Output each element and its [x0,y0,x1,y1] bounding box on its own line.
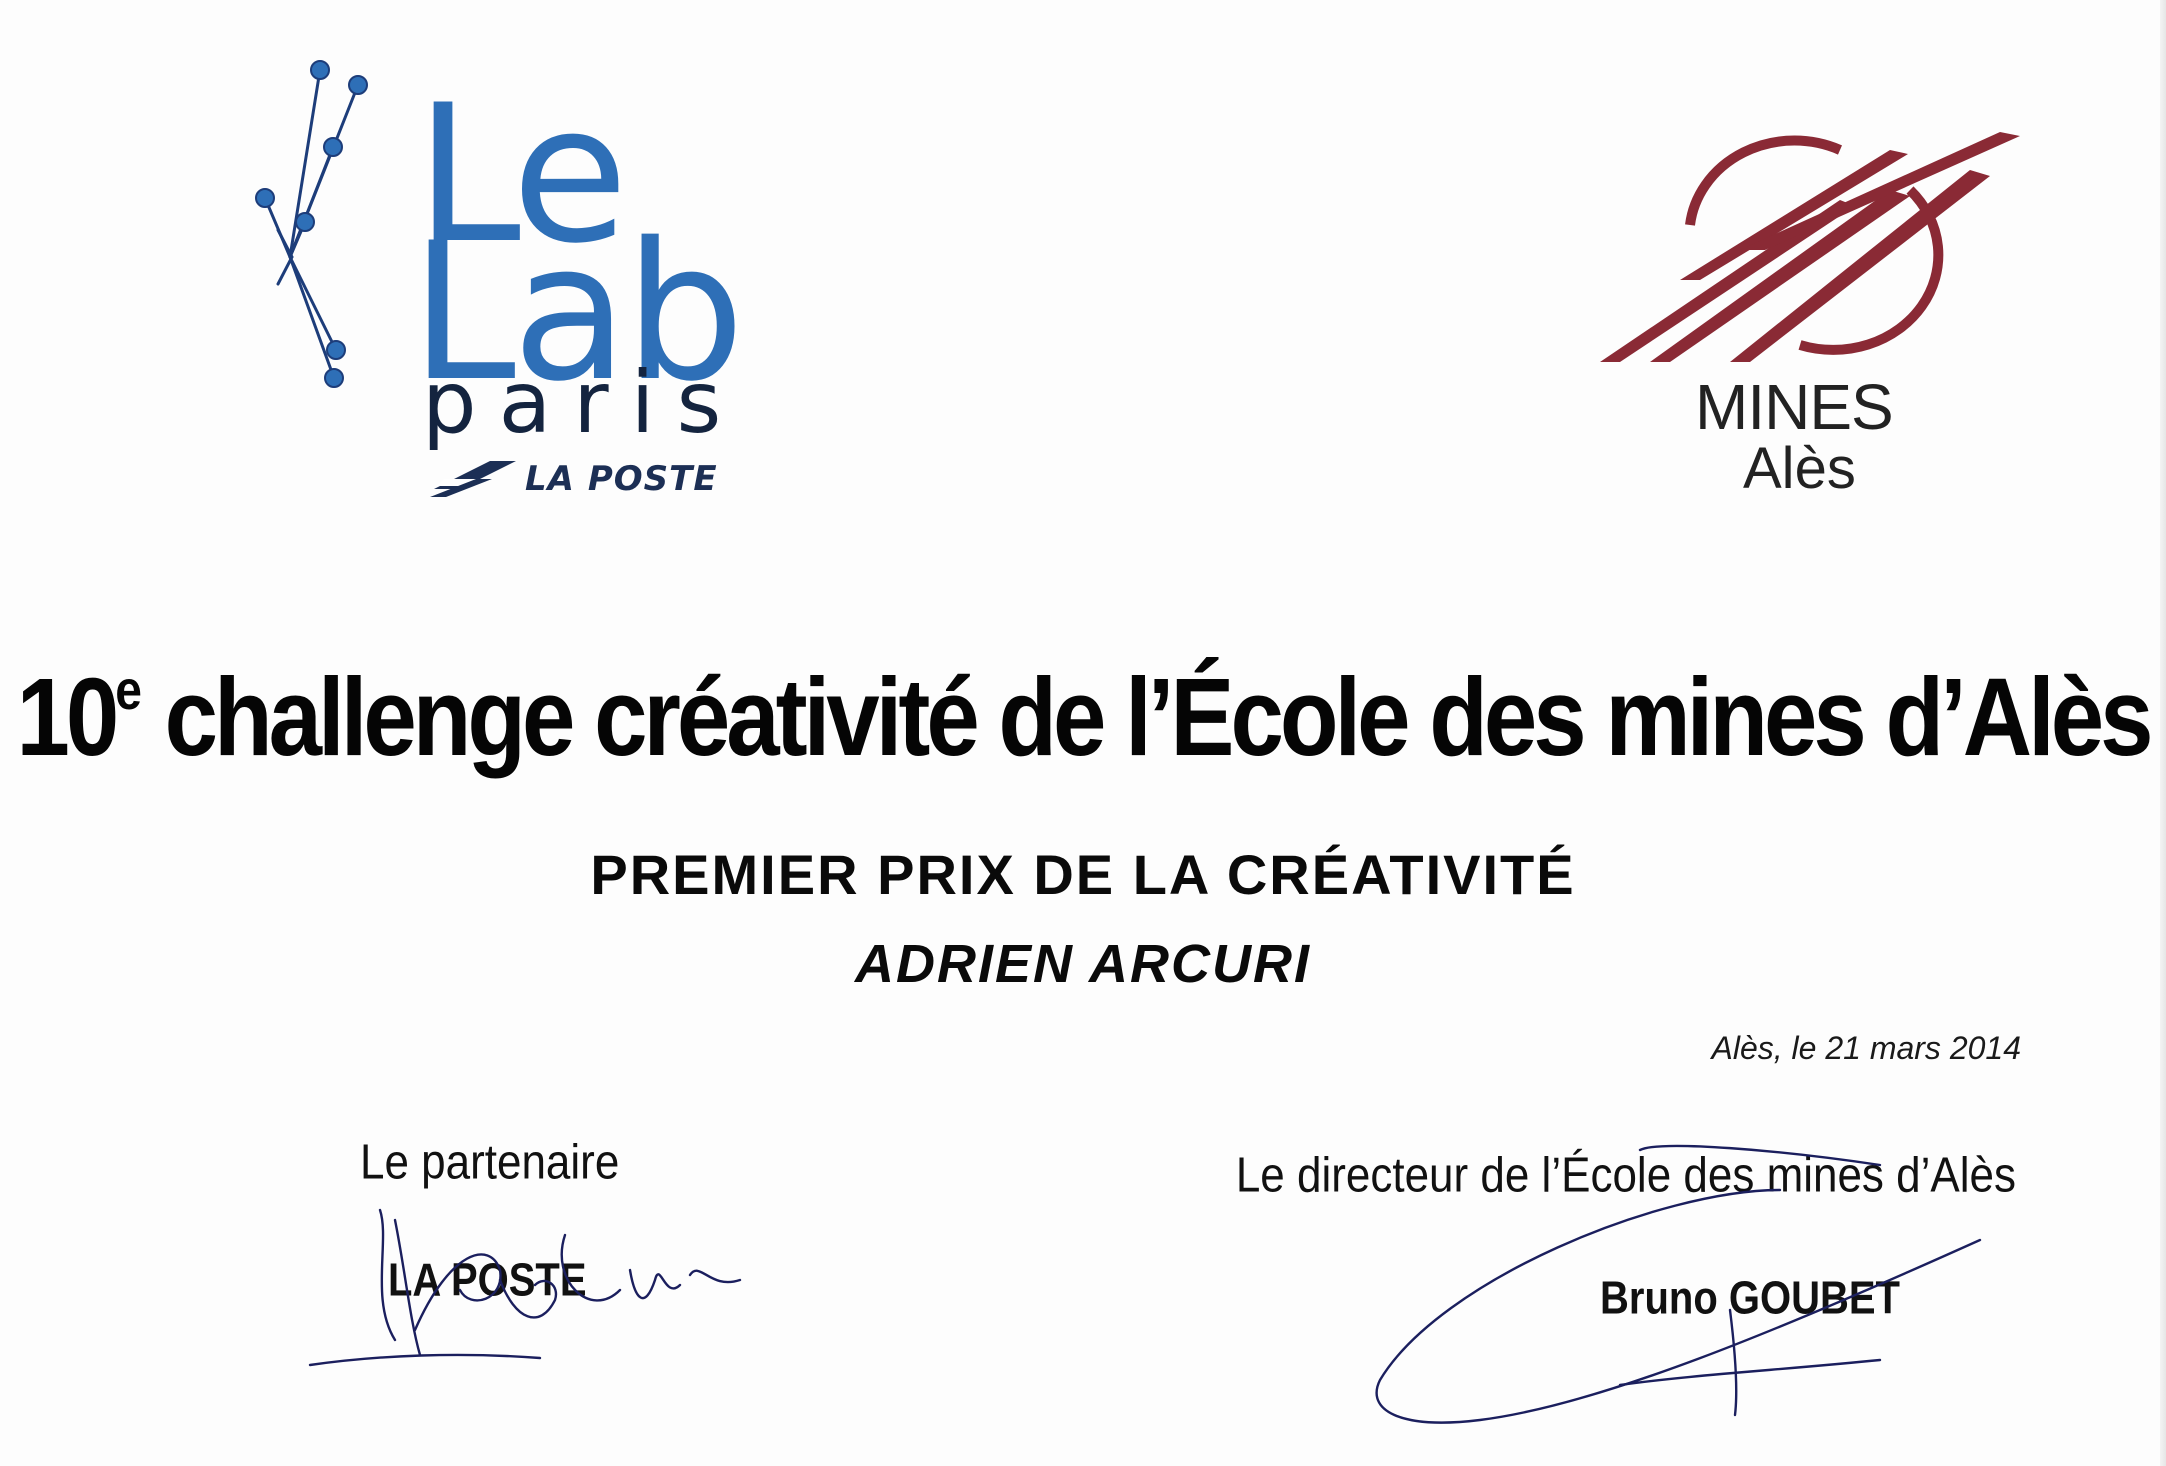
burst-node [324,368,344,388]
burst-node [348,75,368,95]
la-poste-bird-icon [430,461,516,497]
partner-name: LA POSTE [388,1255,587,1306]
burst-node [310,60,330,80]
burst-ray [288,255,336,380]
la-poste-wordmark: LA POSTE [525,459,718,499]
burst-node [255,188,275,208]
date-line: Alès, le 21 mars 2014 [1711,1030,2022,1066]
burst-node [295,212,315,232]
mines-emblem-icon [1600,132,2020,362]
burst-node [323,137,343,157]
logo-word-ales: Alès [1743,436,1856,501]
mines-ales-logo: MINES Alès [1590,130,2030,510]
logo-word-mines: MINES [1695,371,1894,443]
certificate-title: 10e challenge créativité de l’École des … [0,655,2166,782]
director-label: Le directeur de l’École des mines d’Alès [1235,1148,2016,1203]
le-lab-paris-logo: Le Lab paris LA POSTE [190,50,750,500]
prize-title: PREMIER PRIX DE LA CRÉATIVITÉ [590,843,1576,906]
la-poste-logo: LA POSTE [430,453,730,503]
laureate-name: ADRIEN ARCURI [855,934,1311,994]
title-ordinal: e [115,660,142,722]
director-name: Bruno GOUBET [1600,1273,1900,1324]
title-text: challenge créativité de l’École des mine… [141,656,2154,780]
logo-word-paris: paris [422,353,744,453]
title-number: 10 [16,656,119,780]
partner-label: Le partenaire [360,1135,620,1190]
certificate-page: Le Lab paris LA POSTE MINES Alès 10e cha… [0,0,2166,1466]
burst-node [326,340,346,360]
burst-ray [288,255,338,352]
page-edge [2160,0,2166,1466]
